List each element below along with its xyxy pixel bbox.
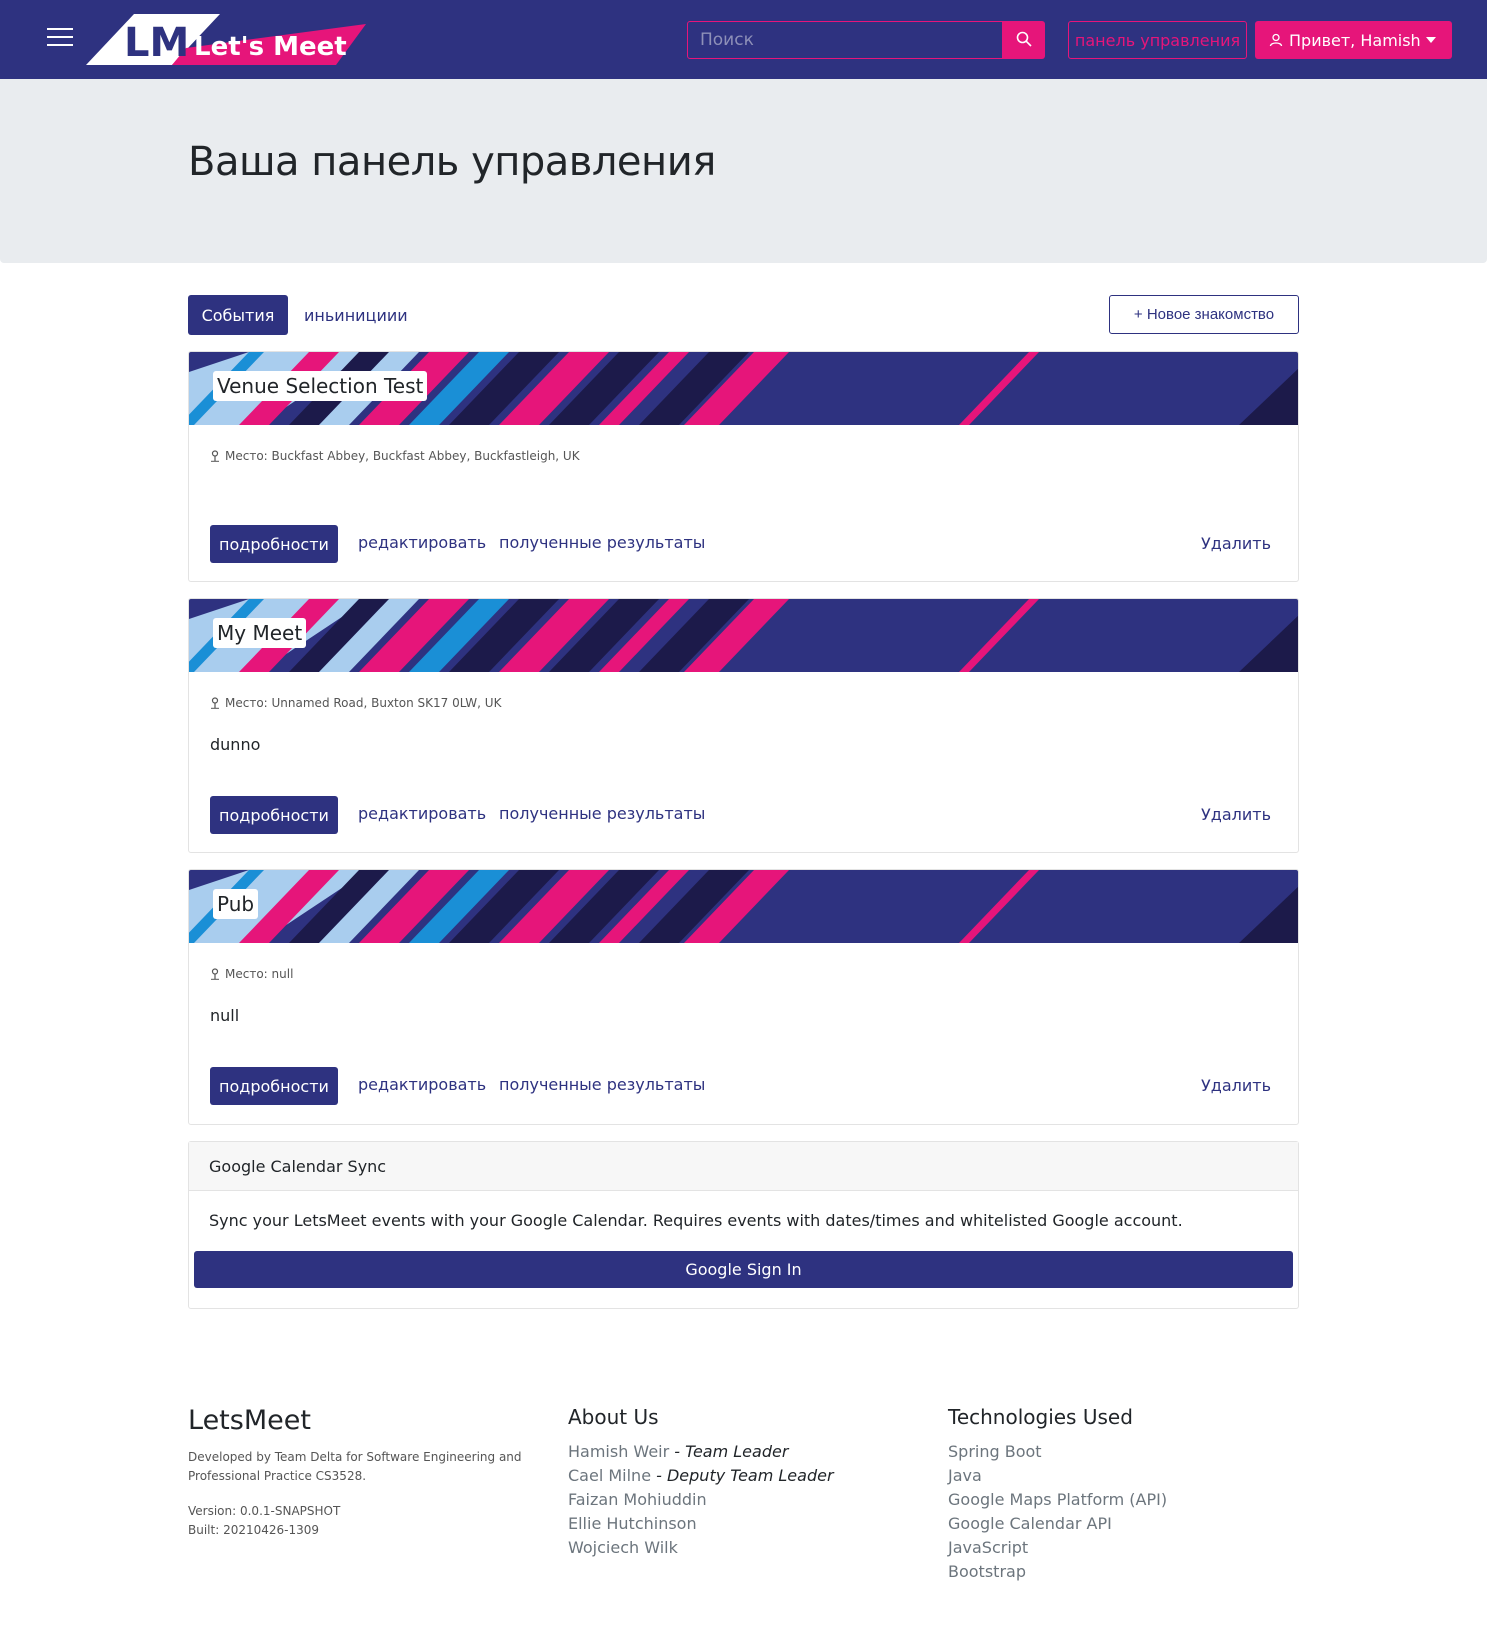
google-sign-in-button[interactable]: Google Sign In [194,1251,1293,1288]
new-meet-button[interactable]: + Новое знакомство [1109,295,1299,334]
banner-graphic [189,870,1298,943]
logo-text: Let's Meet [194,32,347,62]
tech-item: Spring Boot [948,1442,1042,1461]
edit-link[interactable]: редактировать [358,533,486,552]
map-pin-icon [211,697,219,709]
top-navbar: LM Let's Meet панель управления Привет, … [0,0,1487,79]
tech-item: Bootstrap [948,1562,1026,1581]
search-icon [1016,31,1032,47]
event-location: Место: Buckfast Abbey, Buckfast Abbey, B… [210,449,580,463]
details-button[interactable]: подробности [210,525,338,563]
banner-graphic [189,599,1298,672]
member-role: - Team Leader [674,1442,789,1461]
member-role: - Deputy Team Leader [656,1466,834,1485]
tech-item: Google Maps Platform (API) [948,1490,1168,1509]
team-member: Wojciech Wilk [568,1536,834,1560]
tech-item: Google Calendar API [948,1514,1112,1533]
location-text: Место: Unnamed Road, Buxton SK17 0LW, UK [225,696,502,710]
tech-item: Java [948,1466,982,1485]
map-pin-icon [211,968,219,980]
edit-link[interactable]: редактировать [358,804,486,823]
search-button[interactable] [1003,21,1045,59]
member-name: Wojciech Wilk [568,1538,678,1557]
map-pin-icon [211,450,219,462]
team-member: Cael Milne - Deputy Team Leader [568,1464,834,1488]
delete-link[interactable]: Удалить [1201,534,1271,553]
details-button[interactable]: подробности [210,796,338,834]
event-card: Pub Место: null null подробности редакти… [188,869,1299,1125]
tech-item: JavaScript [948,1538,1029,1557]
details-button[interactable]: подробности [210,1067,338,1105]
google-calendar-card: Google Calendar Sync Sync your LetsMeet … [188,1141,1299,1309]
event-banner: Venue Selection Test [189,352,1298,425]
member-name: Cael Milne [568,1466,652,1485]
page-header: Ваша панель управления [0,79,1487,263]
footer-brand: LetsMeet [188,1405,311,1436]
event-banner: My Meet [189,599,1298,672]
team-list: Hamish Weir - Team Leader Cael Milne - D… [568,1440,834,1560]
results-link[interactable]: полученные результаты [499,533,705,552]
event-description: null [210,1006,240,1025]
event-description: dunno [210,735,261,754]
event-location: Место: null [210,967,293,981]
event-banner: Pub [189,870,1298,943]
event-title: Pub [213,889,259,919]
location-text: Место: Buckfast Abbey, Buckfast Abbey, B… [225,449,580,463]
letsmeet-logo[interactable]: LM Let's Meet [86,12,390,68]
gcal-description: Sync your LetsMeet events with your Goog… [209,1211,1183,1230]
event-location: Место: Unnamed Road, Buxton SK17 0LW, UK [210,696,501,710]
delete-link[interactable]: Удалить [1201,805,1271,824]
about-heading: About Us [568,1405,659,1429]
event-title: Venue Selection Test [213,371,428,401]
search-input[interactable] [687,21,1003,59]
team-member: Hamish Weir - Team Leader [568,1440,834,1464]
user-icon [1269,33,1283,47]
logo-mark: LM [124,20,189,66]
tab-events[interactable]: События [188,295,288,335]
team-member: Ellie Hutchinson [568,1512,834,1536]
footer-version: Version: 0.0.1-SNAPSHOT [188,1504,341,1518]
event-title: My Meet [213,618,307,648]
location-text: Место: null [225,967,294,981]
edit-link[interactable]: редактировать [358,1075,486,1094]
member-name: Ellie Hutchinson [568,1514,697,1533]
member-name: Faizan Mohiuddin [568,1490,707,1509]
tab-initiatives[interactable]: иньинициии [296,295,416,335]
results-link[interactable]: полученные результаты [499,1075,705,1094]
chevron-down-icon [1426,37,1436,43]
event-card: My Meet Место: Unnamed Road, Buxton SK17… [188,598,1299,853]
user-greeting: Привет, Hamish [1289,30,1421,50]
delete-link[interactable]: Удалить [1201,1076,1271,1095]
tech-list: Spring Boot Java Google Maps Platform (A… [948,1440,1167,1584]
team-member: Faizan Mohiuddin [568,1488,834,1512]
member-name: Hamish Weir [568,1442,670,1461]
results-link[interactable]: полученные результаты [499,804,705,823]
tech-heading: Technologies Used [948,1405,1133,1429]
event-card: Venue Selection Test Место: Buckfast Abb… [188,351,1299,582]
footer-developed: Developed by Team Delta for Software Eng… [188,1450,522,1483]
gcal-header: Google Calendar Sync [189,1142,1298,1191]
dashboard-button[interactable]: панель управления [1068,21,1247,59]
user-menu-button[interactable]: Привет, Hamish [1255,21,1452,59]
page-title: Ваша панель управления [188,139,716,185]
footer-built: Built: 20210426-1309 [188,1523,320,1537]
hamburger-icon[interactable] [47,28,73,50]
